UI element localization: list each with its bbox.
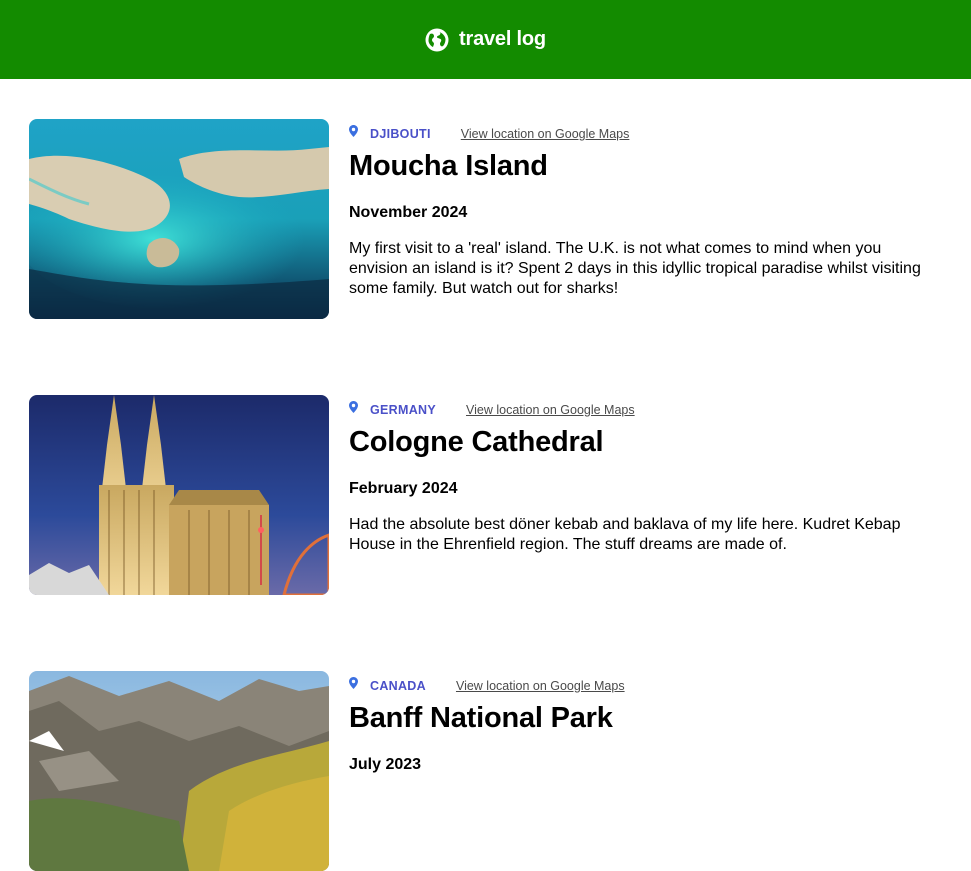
entry-meta: GERMANY View location on Google Maps [349,395,929,425]
map-pin-icon [349,677,358,689]
app-title: travel log [459,28,546,50]
cathedral-night-photo [29,395,329,595]
google-maps-link[interactable]: View location on Google Maps [456,679,625,693]
entry-date: July 2023 [349,756,422,773]
country-label: CANADA [370,679,426,693]
entry-info: GERMANY View location on Google Maps Col… [349,395,929,555]
travel-entry: GERMANY View location on Google Maps Col… [29,395,949,595]
entry-title: Banff National Park [349,702,613,734]
entry-title: Cologne Cathedral [349,426,604,458]
country-label: GERMANY [370,403,436,417]
map-pin-icon [349,401,358,413]
entry-title: Moucha Island [349,150,548,182]
mountain-valley-photo [29,671,329,871]
map-pin-icon [349,125,358,137]
google-maps-link[interactable]: View location on Google Maps [466,403,635,417]
entry-description: Had the absolute best döner kebab and ba… [349,516,901,553]
entry-meta: CANADA View location on Google Maps [349,671,929,701]
entry-description: My first visit to a 'real' island. The U… [349,240,921,297]
entry-info: CANADA View location on Google Maps Banf… [349,671,929,775]
aerial-island-photo [29,119,329,319]
travel-entry: CANADA View location on Google Maps Banf… [29,671,949,871]
globe-icon [425,28,449,51]
travel-entry: DJIBOUTI View location on Google Maps Mo… [29,119,949,319]
google-maps-link[interactable]: View location on Google Maps [461,127,630,141]
country-label: DJIBOUTI [370,127,431,141]
entry-meta: DJIBOUTI View location on Google Maps [349,119,929,149]
entry-info: DJIBOUTI View location on Google Maps Mo… [349,119,929,299]
app-header: travel log [0,0,971,79]
entry-date: November 2024 [349,204,468,221]
entry-date: February 2024 [349,480,458,497]
